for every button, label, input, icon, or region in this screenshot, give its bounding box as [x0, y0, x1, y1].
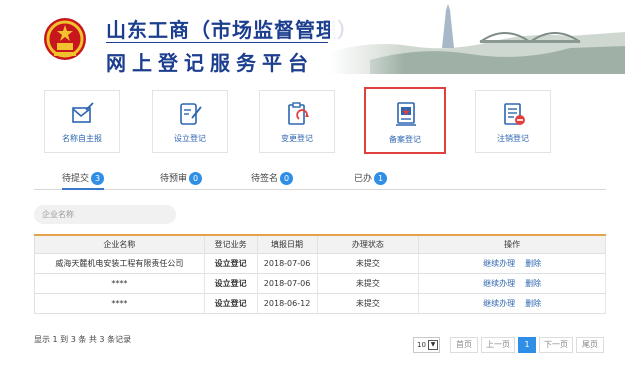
business-cell: 设立登记 — [204, 292, 258, 314]
company-name-search-input[interactable] — [34, 205, 176, 224]
page-size-select[interactable]: 10 ▼ — [413, 337, 440, 353]
count-badge: 0 — [189, 172, 203, 185]
site-header: 山东工商（市场监督管理） 网上登记服务平台 — [0, 0, 625, 78]
national-emblem-icon — [44, 18, 86, 60]
table-row: **** 设立登记 2018-06-12 未提交 继续办理 删除 — [34, 292, 606, 314]
tab-label: 已办 — [354, 174, 373, 184]
company-name-cell: **** — [34, 272, 205, 293]
site-title-line2: 网上登记服务平台 — [106, 51, 314, 75]
current-page-button[interactable]: 1 — [518, 337, 536, 353]
tile-label: 变更登记 — [281, 134, 313, 143]
landscape-banner-image — [330, 2, 625, 74]
delete-link[interactable]: 删除 — [525, 279, 541, 288]
clipboard-refresh-icon — [288, 102, 309, 125]
status-cell: 未提交 — [317, 292, 420, 314]
delete-link[interactable]: 删除 — [525, 299, 541, 308]
continue-link[interactable]: 继续办理 — [483, 259, 515, 268]
continue-link[interactable]: 继续办理 — [483, 299, 515, 308]
business-cell: 设立登记 — [204, 272, 258, 293]
tile-establishment-registration[interactable]: 设立登记 — [152, 90, 228, 153]
column-header: 企业名称 — [34, 234, 205, 253]
business-cell: 设立登记 — [204, 252, 258, 273]
column-header: 登记业务 — [204, 234, 258, 253]
actions-cell: 继续办理 删除 — [418, 252, 606, 273]
column-header: 填报日期 — [257, 234, 318, 253]
doc-minus-icon — [504, 103, 525, 125]
continue-link[interactable]: 继续办理 — [483, 279, 515, 288]
record-summary: 显示 1 到 3 条 共 3 条记录 — [34, 335, 132, 344]
tab-done[interactable]: 已办 1 — [354, 171, 388, 190]
doc-pen-icon — [180, 103, 202, 125]
status-cell: 未提交 — [317, 252, 420, 273]
company-name-cell: **** — [34, 292, 205, 314]
first-page-button[interactable]: 首页 — [450, 337, 478, 353]
chevron-down-icon: ▼ — [428, 340, 438, 350]
title-divider — [106, 42, 328, 43]
tile-label: 注销登记 — [497, 134, 529, 143]
page-size-value: 10 — [417, 341, 426, 349]
tile-change-registration[interactable]: 变更登记 — [259, 90, 335, 153]
table-header-row: 企业名称 登记业务 填报日期 办理状态 操作 — [34, 234, 606, 253]
date-cell: 2018-06-12 — [257, 292, 318, 314]
tile-label: 备案登记 — [389, 135, 421, 144]
tile-name-declaration[interactable]: 名称自主报 — [44, 90, 120, 153]
prev-page-button[interactable]: 上一页 — [481, 337, 515, 353]
date-cell: 2018-07-06 — [257, 272, 318, 293]
registration-table: 企业名称 登记业务 填报日期 办理状态 操作 威海天麓机电安装工程有限责任公司 … — [34, 234, 606, 314]
tab-label: 待预审 — [160, 174, 188, 184]
site-title-line1: 山东工商（市场监督管理） — [106, 18, 358, 42]
table-row: 威海天麓机电安装工程有限责任公司 设立登记 2018-07-06 未提交 继续办… — [34, 252, 606, 273]
tab-label: 待提交 — [62, 174, 90, 184]
column-header: 办理状态 — [317, 234, 420, 253]
actions-cell: 继续办理 删除 — [418, 292, 606, 314]
date-cell: 2018-07-06 — [257, 252, 318, 273]
last-page-button[interactable]: 尾页 — [576, 337, 604, 353]
count-badge: 3 — [91, 172, 105, 185]
column-header: 操作 — [418, 234, 606, 253]
delete-link[interactable]: 删除 — [525, 259, 541, 268]
tab-pending-review[interactable]: 待预审 0 — [160, 171, 203, 190]
company-name-cell: 威海天麓机电安装工程有限责任公司 — [34, 252, 205, 273]
tab-label: 待签名 — [251, 174, 279, 184]
star-document-icon — [396, 102, 416, 126]
tab-pending-submit[interactable]: 待提交 3 — [62, 171, 105, 190]
tile-filing-registration[interactable]: 备案登记 — [364, 87, 446, 154]
tile-label: 设立登记 — [174, 134, 206, 143]
table-row: **** 设立登记 2018-07-06 未提交 继续办理 删除 — [34, 272, 606, 293]
count-badge: 0 — [280, 172, 294, 185]
tab-pending-sign[interactable]: 待签名 0 — [251, 171, 294, 190]
actions-cell: 继续办理 删除 — [418, 272, 606, 293]
next-page-button[interactable]: 下一页 — [539, 337, 573, 353]
count-badge: 1 — [374, 172, 388, 185]
tile-cancellation-registration[interactable]: 注销登记 — [475, 90, 551, 153]
status-tabs: 待提交 3 待预审 0 待签名 0 已办 1 — [34, 168, 606, 190]
status-cell: 未提交 — [317, 272, 420, 293]
envelope-pen-icon — [72, 102, 94, 123]
tile-label: 名称自主报 — [62, 134, 102, 143]
